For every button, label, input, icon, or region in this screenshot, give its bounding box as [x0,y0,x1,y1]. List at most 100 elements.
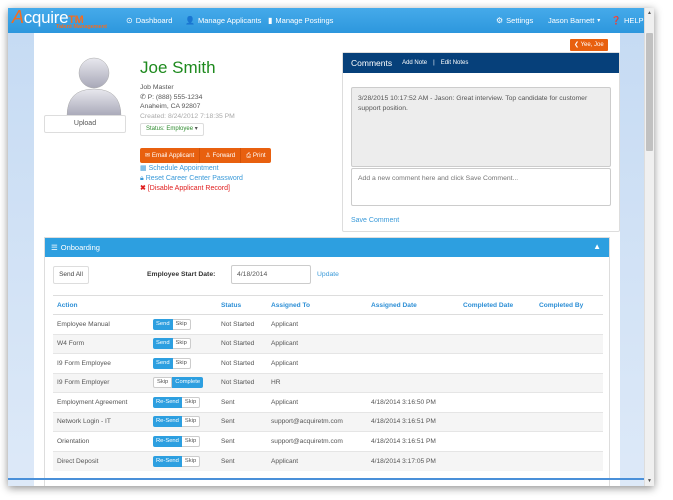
assigned-to-cell: Applicant [267,392,367,412]
scroll-up-arrow-icon[interactable]: ▲ [647,10,652,16]
action-button-group: Re-Send Skip [153,455,201,467]
chevron-left-icon: ❮ [574,42,580,48]
nav-manage-postings[interactable]: ▮ Manage Postings [268,16,333,25]
skip-button[interactable]: Skip [172,338,191,350]
existing-comments[interactable]: 3/28/2015 10:17:52 AM - Jason: Great int… [351,87,611,167]
completed-date-cell [459,431,535,451]
update-link[interactable]: Update [317,271,339,278]
re-send-button[interactable]: Re-Send [153,396,182,408]
re-send-button[interactable]: Re-Send [153,416,182,428]
disable-label: [Disable Applicant Record] [147,185,230,192]
new-comment-input[interactable] [351,168,611,206]
send-button[interactable]: Send [153,318,173,330]
print-label: Print [252,152,266,159]
skip-button[interactable]: Skip [172,357,191,369]
action-buttons-cell: Re-Send Skip [149,411,217,432]
re-send-button[interactable]: Re-Send [153,455,182,467]
complete-button[interactable]: Complete [172,377,204,389]
caret-down-icon: ▾ [194,126,198,132]
nav-help[interactable]: ❓ HELP [611,16,644,25]
user-menu[interactable]: Jason Barnett ▾ [548,16,600,25]
help-icon: ❓ [611,15,621,25]
table-row: Employment Agreement Re-Send Skip Sent Appli… [53,392,603,412]
status-cell: Sent [217,411,267,432]
skip-button[interactable]: Skip [181,416,201,428]
nav-dashboard[interactable]: ⊙ Dashboard [126,16,172,25]
left-gutter [8,33,34,486]
skip-button[interactable]: Skip [172,318,191,330]
gear-icon: ⚙ [496,15,504,25]
col-buttons [149,295,217,315]
job-title: Job Master [140,84,174,91]
start-date-label: Employee Start Date: [147,271,216,278]
add-note-link[interactable]: Add Note [402,60,427,66]
skip-button[interactable]: Skip [181,455,201,467]
yee-joe-button[interactable]: ❮ Yee, Joe [570,39,608,51]
reset-label: Reset Career Center Password [145,175,243,182]
skip-button[interactable]: Skip [181,435,201,447]
completed-by-cell [535,411,603,432]
completed-by-cell [535,333,603,354]
send-button[interactable]: Send [153,338,173,350]
print-button[interactable]: ⎙ Print [241,148,271,163]
vertical-scrollbar[interactable]: ▲ ▼ [644,8,654,486]
action-cell: Direct Deposit [53,450,149,471]
send-button[interactable]: Send [153,357,173,369]
onboarding-panel: ☰ Onboarding ▲ Send All Employee Start D… [44,237,610,486]
action-buttons-cell: Send Skip [149,353,217,373]
nav-settings[interactable]: ⚙ Settings [496,16,533,25]
assigned-to-cell: Applicant [267,450,367,471]
completed-date-cell [459,372,535,393]
scroll-down-arrow-icon[interactable]: ▼ [647,478,652,484]
browser-window: AcquireTM Talent Management ⊙ Dashboard 👤… [8,8,654,486]
disable-record-link[interactable]: ✖ [Disable Applicant Record] [140,184,243,194]
status-dropdown[interactable]: Status: Employee ▾ [140,123,204,136]
phone-icon: ✆ [140,93,146,101]
action-buttons-cell: Skip Complete [149,372,217,393]
completed-by-cell [535,314,603,334]
action-button-group: Re-Send Skip [153,416,201,428]
nav-manage-applicants[interactable]: 👤 Manage Applicants [185,16,261,25]
applicant-info: Job Master ✆ P: (888) 555-1234 Anaheim, … [140,83,235,121]
table-row: Orientation Re-Send Skip Sent support@acquir… [53,431,603,451]
assigned-to-cell: Applicant [267,333,367,354]
nav-manage-postings-label: Manage Postings [275,16,334,25]
chevron-up-icon[interactable]: ▲ [593,242,601,251]
table-header-row: Action Status Assigned To Assigned Date … [53,295,603,315]
applicant-links: ▦ Schedule Appointment 🔒︎ Reset Career C… [140,164,243,194]
completed-date-cell [459,314,535,334]
assigned-to-cell: Applicant [267,353,367,373]
action-buttons-cell: Send Skip [149,333,217,354]
status-cell: Sent [217,450,267,471]
assigned-date-cell [367,314,459,334]
edit-notes-link[interactable]: Edit Notes [441,60,469,66]
action-cell: W4 Form [53,333,149,354]
re-send-button[interactable]: Re-Send [153,435,182,447]
action-buttons-cell: Send Skip [149,314,217,334]
schedule-label: Schedule Appointment [148,165,219,172]
nav-settings-label: Settings [506,16,534,25]
phone-line: ✆ P: (888) 555-1234 [140,93,235,103]
assigned-to-cell: HR [267,372,367,393]
send-all-button[interactable]: Send All [53,266,89,284]
user-icon: 👤 [185,15,195,25]
start-date-input[interactable] [231,265,311,284]
skip-button[interactable]: Skip [153,377,173,389]
upload-button[interactable]: Upload [44,115,126,133]
status-cell: Not Started [217,353,267,373]
action-button-group: Send Skip [153,318,191,330]
logo[interactable]: AcquireTM Talent Management [12,8,107,30]
forward-button[interactable]: ♙ Forward [200,148,242,163]
reset-password-link[interactable]: 🔒︎ Reset Career Center Password [140,174,243,184]
skip-button[interactable]: Skip [181,396,201,408]
onboarding-header[interactable]: ☰ Onboarding ▲ [45,238,609,257]
action-cell: I9 Form Employee [53,353,149,373]
status-label: Status: Employee [146,126,194,132]
action-button-group: Skip Complete [153,377,204,389]
completed-by-cell [535,372,603,393]
location: Anaheim, CA 92807 [140,103,201,110]
save-comment-link[interactable]: Save Comment [351,217,399,224]
scroll-thumb[interactable] [646,33,653,151]
schedule-appointment-link[interactable]: ▦ Schedule Appointment [140,164,243,174]
email-applicant-button[interactable]: ✉ Email Applicant [140,148,201,163]
